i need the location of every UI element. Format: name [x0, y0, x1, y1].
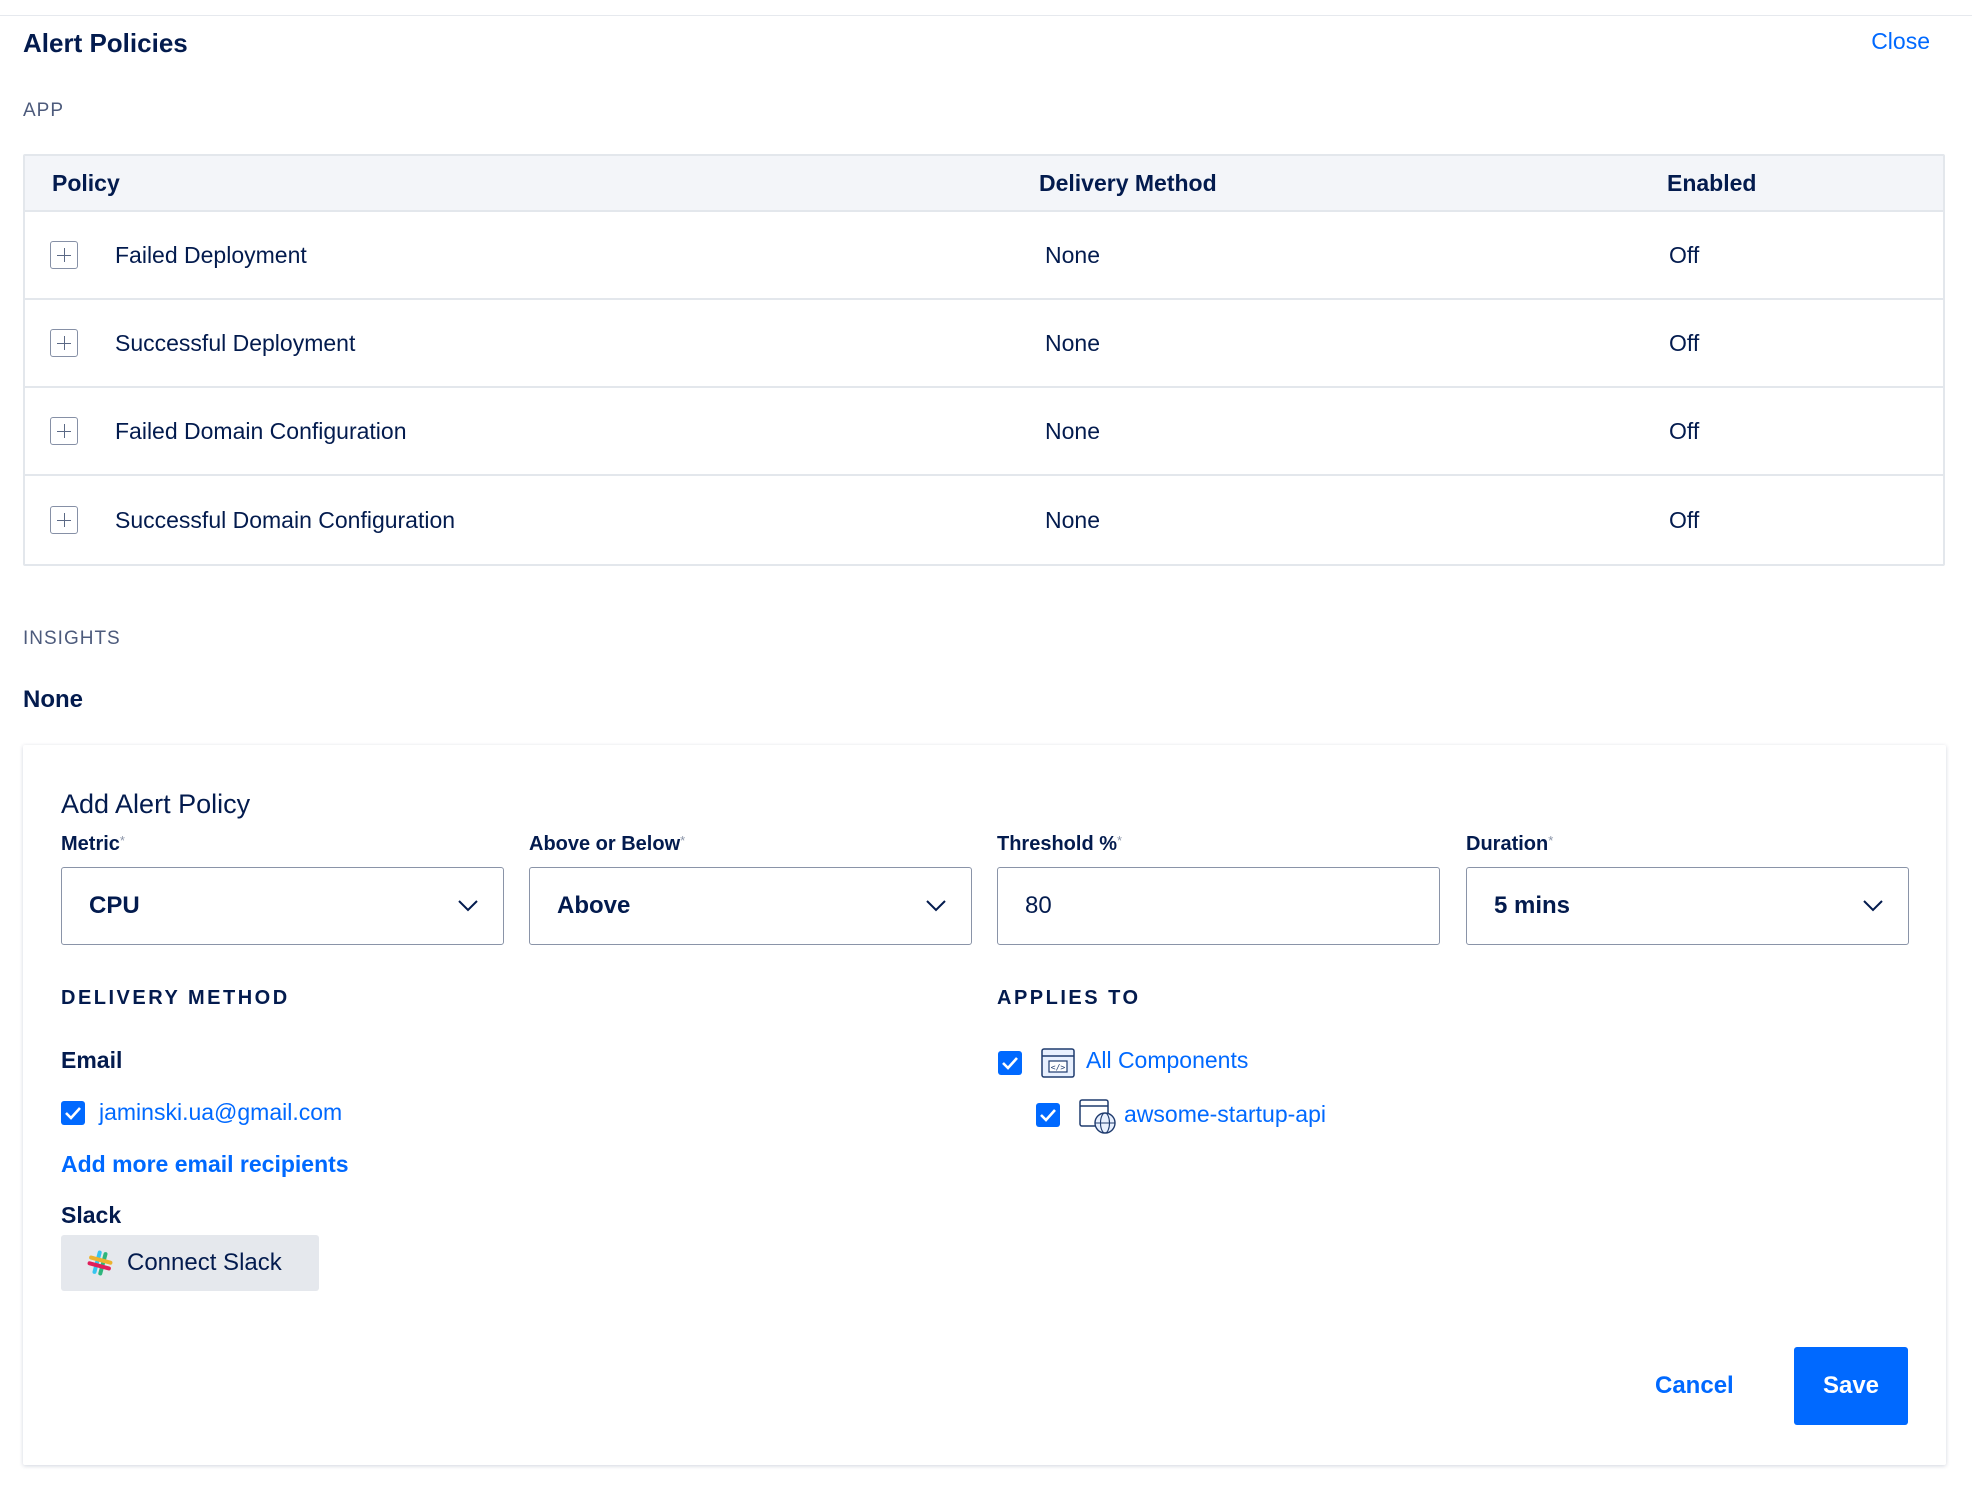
- insights-empty-value: None: [23, 686, 83, 713]
- duration-select[interactable]: 5 mins: [1466, 867, 1909, 945]
- applies-to-heading: APPLIES TO: [997, 987, 1141, 1009]
- policy-name: Successful Domain Configuration: [115, 506, 456, 533]
- section-label-app: APP: [23, 100, 65, 121]
- metric-select-value: CPU: [89, 892, 140, 919]
- chevron-down-icon: [458, 900, 478, 912]
- policy-cell: Successful Domain Configuration: [25, 506, 1031, 534]
- expand-plus-icon[interactable]: [50, 506, 78, 534]
- above-below-select-value: Above: [557, 892, 631, 919]
- table-row: Successful Deployment None Off: [25, 300, 1943, 388]
- add-policy-title: Add Alert Policy: [61, 789, 251, 819]
- column-header-delivery-method: Delivery Method: [1039, 169, 1217, 196]
- add-email-recipients-link[interactable]: Add more email recipients: [61, 1151, 349, 1178]
- table-row: Failed Deployment None Off: [25, 212, 1943, 300]
- required-marker: *: [1548, 833, 1554, 848]
- threshold-label: Threshold %*: [997, 833, 1122, 856]
- above-below-select[interactable]: Above: [529, 867, 972, 945]
- delivery-cell: None: [1045, 241, 1100, 268]
- chevron-down-icon: [1863, 900, 1883, 912]
- close-button[interactable]: Close: [1871, 28, 1930, 55]
- checkmark-icon: [1002, 1057, 1018, 1070]
- enabled-cell: Off: [1669, 417, 1700, 444]
- code-window-icon: </>: [1041, 1048, 1075, 1078]
- checkmark-icon: [1040, 1109, 1056, 1122]
- section-label-insights: INSIGHTS: [23, 628, 121, 649]
- policy-table: Policy Delivery Method Enabled Failed De…: [23, 154, 1945, 566]
- email-label: Email: [61, 1047, 123, 1073]
- policy-cell: Successful Deployment: [25, 329, 1031, 357]
- policy-name: Failed Domain Configuration: [115, 417, 407, 444]
- metric-select[interactable]: CPU: [61, 867, 504, 945]
- email-recipient-label[interactable]: jaminski.ua@gmail.com: [99, 1099, 342, 1126]
- required-marker: *: [1117, 833, 1123, 848]
- chevron-down-icon: [926, 900, 946, 912]
- duration-select-value: 5 mins: [1494, 892, 1571, 919]
- checkmark-icon: [65, 1107, 81, 1120]
- page-title: Alert Policies: [23, 28, 188, 58]
- table-row: Failed Domain Configuration None Off: [25, 388, 1943, 476]
- metric-label: Metric*: [61, 833, 125, 856]
- connect-slack-label: Connect Slack: [127, 1249, 282, 1276]
- above-below-label: Above or Below*: [529, 833, 685, 856]
- above-below-label-text: Above or Below: [529, 833, 681, 855]
- duration-label-text: Duration: [1466, 833, 1549, 855]
- delivery-method-heading: DELIVERY METHOD: [61, 987, 290, 1009]
- threshold-input-value: 80: [1025, 892, 1052, 919]
- enabled-cell: Off: [1669, 506, 1700, 533]
- all-components-checkbox[interactable]: [998, 1051, 1022, 1075]
- table-row: Successful Domain Configuration None Off: [25, 476, 1943, 564]
- expand-plus-icon[interactable]: [50, 241, 78, 269]
- component-label[interactable]: awsome-startup-api: [1124, 1101, 1326, 1128]
- policy-cell: Failed Deployment: [25, 241, 1031, 269]
- enabled-cell: Off: [1669, 329, 1700, 356]
- delivery-cell: None: [1045, 417, 1100, 444]
- table-header: Policy Delivery Method Enabled: [25, 156, 1943, 212]
- column-header-policy: Policy: [52, 169, 120, 196]
- enabled-cell: Off: [1669, 241, 1700, 268]
- top-divider: [0, 0, 1972, 16]
- threshold-label-text: Threshold %: [997, 833, 1118, 855]
- policy-name: Failed Deployment: [115, 241, 307, 268]
- metric-label-text: Metric: [61, 833, 120, 855]
- connect-slack-button[interactable]: Connect Slack: [61, 1235, 319, 1291]
- save-button[interactable]: Save: [1794, 1347, 1908, 1425]
- email-recipient-checkbox[interactable]: [61, 1101, 85, 1125]
- required-marker: *: [119, 833, 125, 848]
- add-alert-policy-panel: Add Alert Policy Metric* CPU Above or Be…: [23, 745, 1946, 1465]
- component-checkbox[interactable]: [1036, 1103, 1060, 1127]
- slack-label: Slack: [61, 1202, 122, 1228]
- threshold-input[interactable]: 80: [997, 867, 1440, 945]
- required-marker: *: [680, 833, 686, 848]
- svg-text:</>: </>: [1051, 1063, 1066, 1072]
- cancel-button[interactable]: Cancel: [1655, 1347, 1734, 1425]
- slack-logo-icon: [87, 1250, 113, 1276]
- expand-plus-icon[interactable]: [50, 417, 78, 445]
- web-service-icon: [1079, 1099, 1116, 1134]
- expand-plus-icon[interactable]: [50, 329, 78, 357]
- delivery-cell: None: [1045, 329, 1100, 356]
- delivery-cell: None: [1045, 506, 1100, 533]
- duration-label: Duration*: [1466, 833, 1553, 856]
- component-label[interactable]: All Components: [1086, 1047, 1248, 1074]
- policy-name: Successful Deployment: [115, 329, 356, 356]
- policy-cell: Failed Domain Configuration: [25, 417, 1031, 445]
- column-header-enabled: Enabled: [1667, 169, 1757, 196]
